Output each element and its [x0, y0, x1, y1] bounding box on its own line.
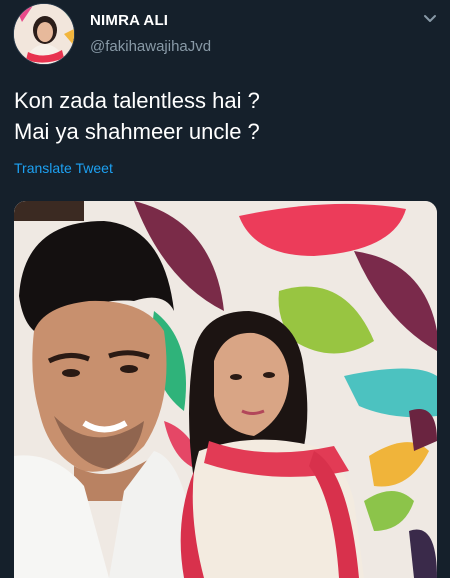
tweet-media-photo[interactable]	[14, 201, 437, 578]
tweet-text-line: Kon zada talentless hai ?	[14, 88, 260, 113]
translate-tweet-link[interactable]: Translate Tweet	[14, 160, 113, 176]
photo-image	[14, 201, 437, 578]
tweet-text: Kon zada talentless hai ? Mai ya shahmee…	[14, 85, 434, 147]
user-handle[interactable]: @fakihawajihaJvd	[90, 38, 211, 55]
tweet-text-line: Mai ya shahmeer uncle ?	[14, 119, 260, 144]
display-name[interactable]: NIMRA ALI	[90, 12, 168, 29]
chevron-down-icon[interactable]	[422, 11, 438, 27]
tweet: NIMRA ALI @fakihawajihaJvd Kon zada tale…	[0, 0, 450, 578]
avatar[interactable]	[13, 3, 75, 65]
avatar-image	[14, 4, 74, 64]
